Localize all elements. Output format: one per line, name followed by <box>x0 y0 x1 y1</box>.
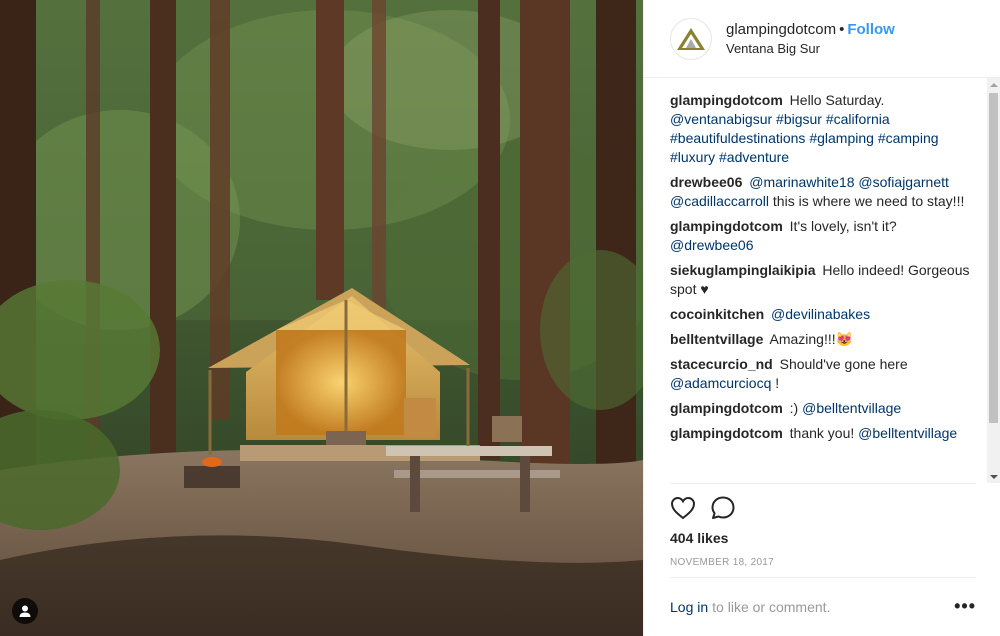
header-username[interactable]: glampingdotcom <box>726 21 836 38</box>
login-link[interactable]: Log in <box>670 599 708 615</box>
post-side-panel: glampingdotcom • Follow Ventana Big Sur gl… <box>643 0 1000 636</box>
post-photo[interactable] <box>0 0 643 636</box>
login-footer: Log in to like or comment. ••• <box>670 597 976 617</box>
comment-author[interactable]: siekuglampinglaikipia <box>670 262 816 278</box>
comment-item: drewbee06 @marinawhite18 @sofiajgarnett … <box>670 173 976 211</box>
comment-item: belltentvillage Amazing!!!😻 <box>670 330 976 349</box>
comments-scrollbar[interactable] <box>987 78 1000 483</box>
scroll-up-arrow-icon[interactable] <box>987 78 1000 91</box>
location-link[interactable]: Ventana Big Sur <box>726 40 895 58</box>
comment-text: thank you! <box>789 425 859 441</box>
heart-icon[interactable] <box>670 492 710 524</box>
comment-text: Hello Saturday. <box>789 92 885 108</box>
comment-author[interactable]: glampingdotcom <box>670 92 783 108</box>
comments-list: glampingdotcom Hello Saturday. @ventanab… <box>670 91 976 483</box>
comment-item: glampingdotcom thank you! @belltentvilla… <box>670 424 976 443</box>
comment-mention[interactable]: @belltentvillage <box>858 425 957 441</box>
post-header: glampingdotcom • Follow Ventana Big Sur <box>644 0 1000 78</box>
comment-text: :) <box>789 400 803 416</box>
comment-mention[interactable]: @devilinabakes <box>771 306 870 322</box>
comment-text: It's lovely, isn't it? <box>789 218 897 234</box>
comment-author[interactable]: drewbee06 <box>670 174 742 190</box>
follow-button[interactable]: Follow <box>847 21 895 38</box>
comment-suffix: ! <box>771 375 780 391</box>
comment-author[interactable]: glampingdotcom <box>670 425 783 441</box>
separator-dot: • <box>839 20 845 38</box>
glamping-tent-logo-icon[interactable] <box>670 17 712 60</box>
post-date: NOVEMBER 18, 2017 <box>670 557 775 568</box>
comment-item: glampingdotcom :) @belltentvillage <box>670 399 976 418</box>
comment-mention[interactable]: @belltentvillage <box>802 400 901 416</box>
header-line: glampingdotcom • Follow <box>726 20 895 40</box>
comment-author[interactable]: cocoinkitchen <box>670 306 764 322</box>
comment-author[interactable]: stacecurcio_nd <box>670 356 773 372</box>
divider <box>670 483 976 484</box>
comment-item: cocoinkitchen @devilinabakes <box>670 305 976 324</box>
likes-count[interactable]: 404 likes <box>670 529 728 547</box>
comment-item: glampingdotcom It's lovely, isn't it? @d… <box>670 217 976 255</box>
comment-text: Amazing!!!😻 <box>769 331 854 347</box>
user-tag-icon[interactable] <box>12 598 38 624</box>
comment-text: Should've gone here <box>779 356 908 372</box>
more-options-icon[interactable]: ••• <box>954 597 976 615</box>
forest-tent-scene <box>0 0 643 636</box>
comment-bubble-icon[interactable] <box>710 492 750 524</box>
instagram-post: glampingdotcom • Follow Ventana Big Sur gl… <box>0 0 1000 636</box>
action-bar <box>670 492 750 524</box>
comment-mention[interactable]: @drewbee06 <box>670 237 754 253</box>
comment-item: siekuglampinglaikipia Hello indeed! Gorg… <box>670 261 976 299</box>
caption: glampingdotcom Hello Saturday. @ventanab… <box>670 91 976 167</box>
comment-author[interactable]: glampingdotcom <box>670 400 783 416</box>
comment-author[interactable]: glampingdotcom <box>670 218 783 234</box>
divider <box>670 577 976 578</box>
comment-text: this is where we need to stay!!! <box>769 193 965 209</box>
comment-item: stacecurcio_nd Should've gone here @adam… <box>670 355 976 393</box>
login-prompt-text: to like or comment. <box>712 599 831 615</box>
header-text: glampingdotcom • Follow Ventana Big Sur <box>726 20 895 58</box>
scroll-thumb[interactable] <box>989 93 998 423</box>
comment-mention[interactable]: @adamcurciocq <box>670 375 771 391</box>
scroll-down-arrow-icon[interactable] <box>987 470 1000 483</box>
comment-author[interactable]: belltentvillage <box>670 331 763 347</box>
caption-hashtags[interactable]: @ventanabigsur #bigsur #california #beau… <box>670 111 939 165</box>
